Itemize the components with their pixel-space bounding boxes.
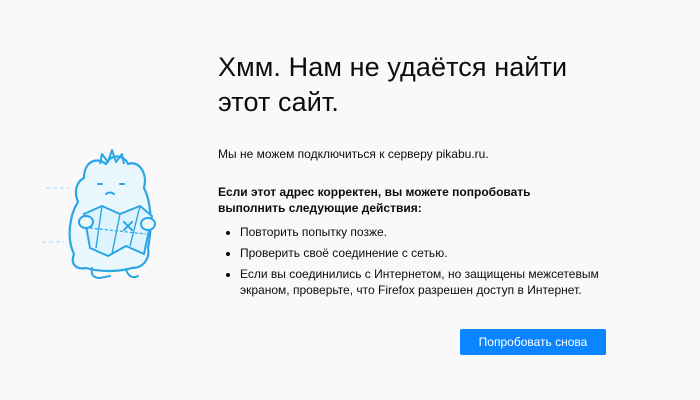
lost-creature-with-map-illustration bbox=[42, 149, 156, 280]
retry-button[interactable]: Попробовать снова bbox=[460, 329, 606, 355]
error-title: Хмм. Нам не удаётся найти этот сайт. bbox=[218, 52, 568, 117]
advice-list: Повторить попытку позже. Проверить своё … bbox=[218, 224, 620, 298]
error-message: Мы не можем подключиться к серверу pikab… bbox=[218, 147, 489, 161]
advice-item: Проверить своё соединение с сетью. bbox=[240, 245, 620, 261]
advice-item: Если вы соединились с Интернетом, но защ… bbox=[240, 266, 620, 298]
advice-item: Повторить попытку позже. bbox=[240, 224, 620, 240]
error-content: Хмм. Нам не удаётся найти этот сайт. Мы … bbox=[218, 50, 618, 303]
advice-heading: Если этот адрес корректен, вы можете поп… bbox=[218, 185, 531, 215]
